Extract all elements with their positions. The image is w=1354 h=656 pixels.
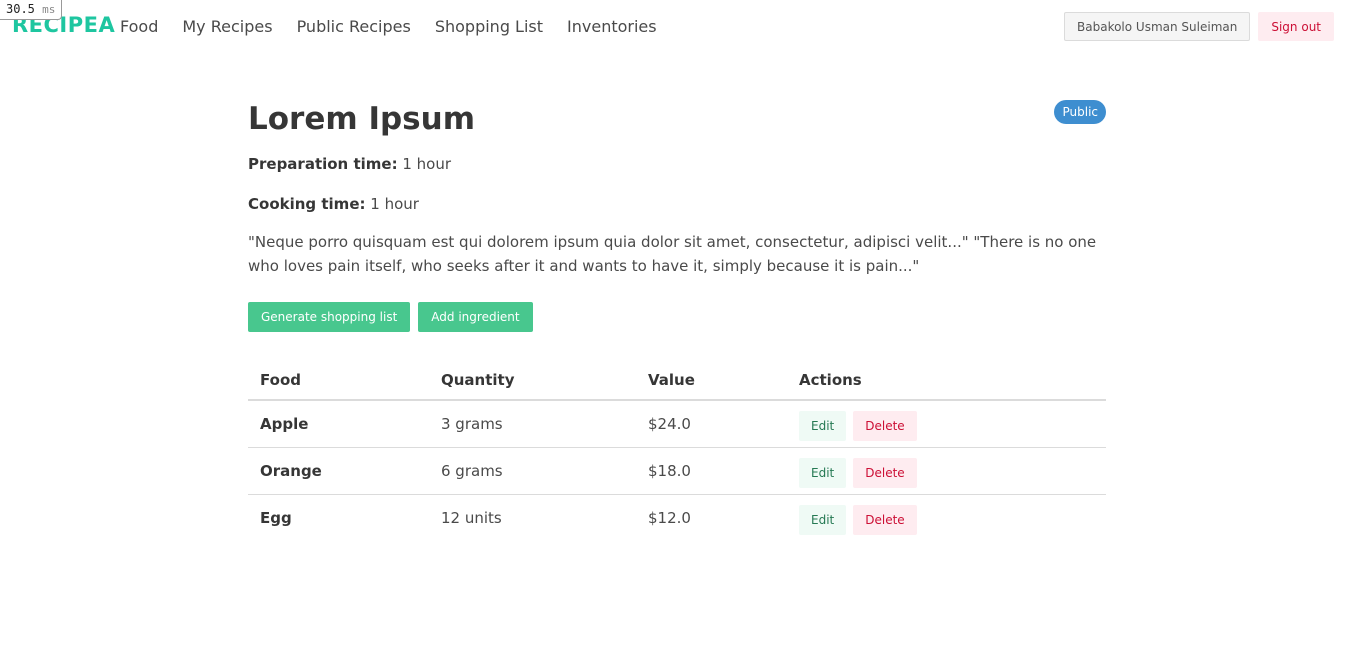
food-name: Orange bbox=[248, 447, 429, 495]
edit-button[interactable]: Edit bbox=[799, 410, 847, 441]
recipe-title: Lorem Ipsum bbox=[248, 101, 476, 137]
timer-unit: ms bbox=[42, 3, 56, 16]
row-actions: Edit Delete bbox=[787, 447, 1106, 495]
nav-link-food[interactable]: Food bbox=[108, 17, 170, 36]
recipe-description: "Neque porro quisquam est qui dolorem ip… bbox=[248, 233, 1097, 275]
nav-links: Food My Recipes Public Recipes Shopping … bbox=[108, 0, 669, 52]
preparation-time-label: Preparation time: bbox=[248, 155, 398, 173]
preparation-time: Preparation time: 1 hour bbox=[248, 154, 1106, 174]
food-value: $18.0 bbox=[636, 447, 787, 495]
column-header-value: Value bbox=[636, 360, 787, 401]
add-ingredient-button[interactable]: Add ingredient bbox=[418, 302, 533, 332]
edit-button[interactable]: Edit bbox=[799, 504, 847, 535]
row-actions: Edit Delete bbox=[787, 400, 1106, 448]
recipe-detail: Lorem Ipsum Public Preparation time: 1 h… bbox=[248, 100, 1106, 541]
row-actions: Edit Delete bbox=[787, 494, 1106, 541]
delete-button[interactable]: Delete bbox=[853, 457, 917, 488]
delete-button[interactable]: Delete bbox=[853, 410, 917, 441]
food-quantity: 6 grams bbox=[429, 447, 636, 495]
preparation-time-value: 1 hour bbox=[402, 155, 452, 173]
nav-link-inventories[interactable]: Inventories bbox=[555, 17, 669, 36]
table-row: Orange 6 grams $18.0 Edit Delete bbox=[248, 447, 1106, 495]
visibility-badge: Public bbox=[1054, 100, 1106, 124]
top-navbar: RECIPEA Food My Recipes Public Recipes S… bbox=[0, 0, 1354, 52]
edit-button[interactable]: Edit bbox=[799, 457, 847, 488]
table-row: Apple 3 grams $24.0 Edit Delete bbox=[248, 400, 1106, 448]
cooking-time-value: 1 hour bbox=[370, 195, 419, 213]
timer-value: 30.5 bbox=[6, 2, 35, 16]
food-value: $24.0 bbox=[636, 400, 787, 448]
food-value: $12.0 bbox=[648, 508, 691, 527]
nav-link-my-recipes[interactable]: My Recipes bbox=[170, 17, 284, 36]
render-timer: 30.5 ms bbox=[0, 0, 63, 20]
food-name: Apple bbox=[248, 400, 429, 448]
table-row: Egg 12 units $12.0 Edit Delete bbox=[248, 494, 1106, 541]
sign-out-button[interactable]: Sign out bbox=[1258, 12, 1334, 41]
column-header-food: Food bbox=[248, 360, 429, 401]
column-header-quantity: Quantity bbox=[429, 360, 636, 401]
nav-user-area: Babakolo Usman Suleiman Sign out bbox=[1064, 12, 1334, 41]
cooking-time: Cooking time: 1 hour bbox=[248, 194, 1106, 214]
ingredients-table: Food Quantity Value Actions Apple 3 gram… bbox=[248, 360, 1106, 541]
food-name: Egg bbox=[260, 508, 292, 527]
nav-link-public-recipes[interactable]: Public Recipes bbox=[285, 17, 423, 36]
nav-link-shopping-list[interactable]: Shopping List bbox=[423, 17, 555, 36]
recipe-actions: Generate shopping list Add ingredient bbox=[248, 302, 1106, 332]
food-quantity: 3 grams bbox=[429, 400, 636, 448]
column-header-actions: Actions bbox=[787, 360, 1106, 401]
generate-shopping-list-button[interactable]: Generate shopping list bbox=[248, 302, 411, 332]
user-name-button[interactable]: Babakolo Usman Suleiman bbox=[1064, 12, 1251, 41]
food-quantity: 12 units bbox=[441, 508, 502, 527]
table-header-row: Food Quantity Value Actions bbox=[248, 360, 1106, 401]
delete-button[interactable]: Delete bbox=[853, 504, 917, 535]
cooking-time-label: Cooking time: bbox=[248, 195, 366, 213]
